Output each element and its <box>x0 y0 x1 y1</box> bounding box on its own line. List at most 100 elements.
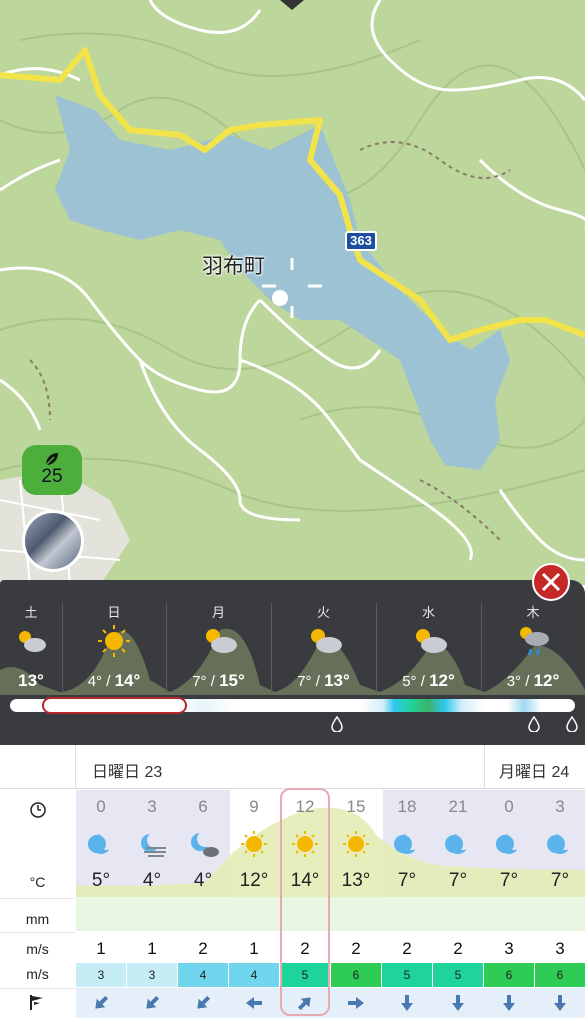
leaf-icon <box>45 453 58 466</box>
hour-label[interactable]: 21 <box>433 797 483 817</box>
close-button[interactable] <box>532 563 570 601</box>
day-forecast-tue[interactable]: 火 7° / 13° <box>271 600 376 695</box>
rain-drop-icon <box>528 716 540 732</box>
hour-wind-gust: 3 <box>127 963 177 987</box>
day-low: 4° <box>87 673 103 690</box>
day-temps: 4° / 14° <box>87 671 141 690</box>
day-low: 7° <box>192 673 207 690</box>
header-divider <box>484 745 485 789</box>
day-forecast-wed[interactable]: 水 5° / 12° <box>376 600 481 695</box>
day-high: 12° <box>429 671 455 690</box>
precipitation-row <box>76 897 585 931</box>
partly-cloudy-icon <box>205 629 237 653</box>
moon-icon <box>394 832 421 854</box>
day-name: 水 <box>421 605 435 620</box>
wind-direction-arrow-icon <box>246 997 262 1009</box>
weather-app: 羽布町 363 25 土 13° 日 4° / 14° 月 7° / 15° 火… <box>0 0 585 1024</box>
air-quality-badge[interactable]: 25 <box>22 445 82 495</box>
hour-temperature: 4° <box>193 870 213 891</box>
wind-flag-icon <box>30 995 43 1010</box>
rain-unit-label: mm <box>25 911 50 927</box>
place-label: 羽布町 <box>202 255 265 278</box>
hour-wind-gust: 6 <box>331 963 381 987</box>
moon-cloud-icon <box>191 831 219 857</box>
day-temps: 3° / 12° <box>506 671 560 690</box>
moon-fog-icon <box>141 832 166 857</box>
air-quality-value: 25 <box>41 466 63 487</box>
selected-hour-highlight[interactable] <box>280 788 330 1016</box>
row-divider <box>0 932 75 933</box>
hour-label[interactable]: 18 <box>382 797 432 817</box>
partly-cloudy-icon <box>415 629 447 653</box>
hour-temperature: 12° <box>239 870 269 891</box>
day-forecast-sun[interactable]: 日 4° / 14° <box>62 600 166 695</box>
hour-wind-speed: 2 <box>198 939 208 958</box>
sun-icon <box>343 831 369 857</box>
hour-wind-speed: 2 <box>402 939 412 958</box>
moon-icon <box>445 832 472 854</box>
hour-temperature: 7° <box>499 870 519 891</box>
row-divider <box>0 898 75 899</box>
hour-wind-speed: 2 <box>351 939 361 958</box>
hour-label[interactable]: 3 <box>127 797 177 817</box>
day-high: 15° <box>219 671 245 690</box>
webcam-thumbnail[interactable] <box>22 510 84 572</box>
hour-wind-speed: 1 <box>96 939 106 958</box>
day-forecast-sat[interactable]: 土 13° <box>0 600 62 695</box>
hour-temperature: 5° <box>91 870 111 891</box>
day-low: 7° <box>297 673 312 690</box>
wind-direction-arrow-icon <box>197 995 211 1009</box>
hour-wind-speed: 3 <box>555 939 565 958</box>
day-name: 月 <box>211 605 225 620</box>
date-header-monday: 月曜日 24 <box>499 764 570 781</box>
close-icon <box>541 572 561 592</box>
moon-icon <box>547 832 574 854</box>
hour-wind-speed: 2 <box>453 939 463 958</box>
road-number-shield: 363 <box>345 231 377 251</box>
day-name: 火 <box>316 605 330 620</box>
day-name: 日 <box>107 605 121 620</box>
hour-wind-gust: 4 <box>229 963 279 987</box>
hour-label[interactable]: 15 <box>331 797 381 817</box>
day-name: 木 <box>526 605 540 620</box>
hour-label[interactable]: 0 <box>76 797 126 817</box>
day-low: 5° <box>402 673 417 690</box>
hour-wind-gust: 5 <box>382 963 432 987</box>
wind-direction-arrow-icon <box>95 995 109 1009</box>
hour-label[interactable]: 3 <box>535 797 585 817</box>
hour-temperature: 7° <box>550 870 570 891</box>
hour-label[interactable]: 6 <box>178 797 228 817</box>
timeline-selection-window[interactable] <box>42 697 187 714</box>
hour-temperature: 4° <box>142 870 162 891</box>
hour-wind-gust: 6 <box>484 963 534 987</box>
clock-icon <box>30 802 46 818</box>
day-high: 12° <box>533 671 560 690</box>
date-header-sunday: 日曜日 23 <box>92 764 163 781</box>
hour-label[interactable]: 9 <box>229 797 279 817</box>
hour-wind-speed: 3 <box>504 939 514 958</box>
wind-direction-arrow-icon <box>554 995 566 1011</box>
day-high: 13° <box>324 671 350 690</box>
gust-unit-label: m/s <box>26 966 49 982</box>
wind-unit-label: m/s <box>26 941 49 957</box>
collapse-arrow-icon[interactable] <box>280 0 304 10</box>
map-view[interactable]: 羽布町 363 25 <box>0 0 585 585</box>
rain-drop-icon <box>331 716 343 732</box>
day-name: 土 <box>24 605 38 620</box>
day-high: 14° <box>114 671 141 690</box>
hour-wind-gust: 5 <box>433 963 483 987</box>
temperature-unit-label: °C <box>29 874 46 890</box>
day-forecast-mon[interactable]: 月 7° / 15° <box>166 600 271 695</box>
sun-icon <box>98 625 130 657</box>
moon-icon <box>88 832 115 854</box>
wind-direction-arrow-icon <box>452 995 464 1011</box>
wind-direction-arrow-icon <box>503 995 515 1011</box>
day-forecast-thu[interactable]: 木 3° / 12° <box>481 600 585 695</box>
hour-wind-speed: 1 <box>249 939 259 958</box>
wind-direction-arrow-icon <box>348 997 364 1009</box>
hour-label[interactable]: 0 <box>484 797 534 817</box>
hour-wind-speed: 1 <box>147 939 157 958</box>
row-divider <box>0 988 75 989</box>
hour-wind-gust: 3 <box>76 963 126 987</box>
hour-temperature: 13° <box>341 870 371 891</box>
